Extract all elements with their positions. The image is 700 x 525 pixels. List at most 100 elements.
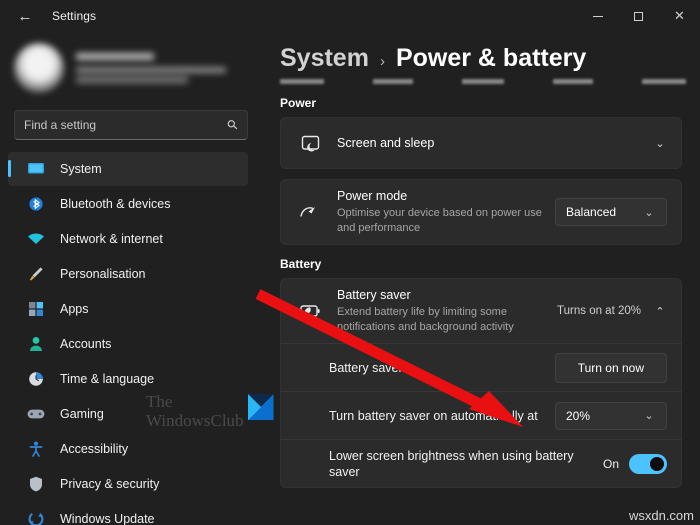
maximize-button[interactable] xyxy=(618,0,659,32)
lower-brightness-toggle-group: On xyxy=(603,454,667,474)
sidebar-item-accessibility[interactable]: Accessibility xyxy=(8,432,248,466)
chevron-down-icon: ⌄ xyxy=(642,409,656,422)
sidebar-item-label: Time & language xyxy=(60,372,154,386)
blurred-text xyxy=(462,79,504,84)
minimize-icon xyxy=(593,16,603,17)
profile-name-blurred xyxy=(76,53,154,60)
row-right: ⌄ xyxy=(653,137,667,150)
toggle-knob xyxy=(650,457,664,471)
battery-saver-threshold-dropdown[interactable]: 20% ⌄ xyxy=(555,402,667,430)
row-screen-and-sleep[interactable]: Screen and sleep ⌄ xyxy=(281,118,681,168)
row-battery-saver-turn-on: Battery saver Turn on now xyxy=(281,343,681,391)
sidebar-item-privacy-security[interactable]: Privacy & security xyxy=(8,467,248,501)
apps-icon xyxy=(26,301,46,317)
windowsclub-logo-icon xyxy=(248,394,274,420)
row-title: Battery saver xyxy=(337,287,557,303)
search-input[interactable] xyxy=(24,118,228,132)
blurred-text xyxy=(553,79,593,84)
row-title: Screen and sleep xyxy=(337,135,653,151)
watermark-line-1: The xyxy=(146,392,244,411)
paintbrush-icon xyxy=(26,266,46,282)
power-mode-dropdown[interactable]: Balanced ⌄ xyxy=(555,198,667,226)
row-lower-brightness: Lower screen brightness when using batte… xyxy=(281,439,681,487)
page-title: Power & battery xyxy=(396,44,586,73)
sidebar-item-label: System xyxy=(60,162,102,176)
sidebar-item-label: Privacy & security xyxy=(60,477,159,491)
sub-row-label: Battery saver xyxy=(329,360,555,376)
sidebar-item-personalisation[interactable]: Personalisation xyxy=(8,257,248,291)
battery-saver-threshold-value: 20% xyxy=(566,409,590,423)
watermark-text: The WindowsClub xyxy=(146,392,244,430)
toggle-state-label: On xyxy=(603,457,619,471)
avatar xyxy=(14,43,64,93)
chevron-up-icon[interactable]: ⌃ xyxy=(653,305,667,318)
row-title: Power mode xyxy=(337,188,555,204)
sidebar-item-label: Accessibility xyxy=(60,442,128,456)
update-icon xyxy=(26,511,46,525)
card-screen-and-sleep: Screen and sleep ⌄ xyxy=(280,117,682,169)
turn-on-now-button[interactable]: Turn on now xyxy=(555,353,667,383)
close-icon: ✕ xyxy=(674,8,685,24)
row-battery-saver-header[interactable]: Battery saver Extend battery life by lim… xyxy=(281,279,681,343)
sidebar-item-bluetooth-devices[interactable]: Bluetooth & devices xyxy=(8,187,248,221)
monitor-moon-icon xyxy=(297,135,323,152)
row-text: Screen and sleep xyxy=(337,135,653,151)
row-subtitle: Optimise your device based on power use … xyxy=(337,206,555,236)
power-mode-icon xyxy=(297,204,323,220)
sidebar-item-network-internet[interactable]: Network & internet xyxy=(8,222,248,256)
app-title: Settings xyxy=(52,9,96,23)
battery-saver-status: Turns on at 20% xyxy=(557,305,641,317)
row-right: Turns on at 20% ⌃ xyxy=(557,305,667,318)
chevron-down-icon[interactable]: ⌄ xyxy=(653,137,667,150)
card-battery-saver: Battery saver Extend battery life by lim… xyxy=(280,278,682,488)
sidebar-item-accounts[interactable]: Accounts xyxy=(8,327,248,361)
monitor-icon xyxy=(26,161,46,177)
watermark-thewindowsclub: The WindowsClub xyxy=(146,392,274,430)
sub-row-label: Turn battery saver on automatically at xyxy=(329,408,555,424)
profile-email-blurred-2 xyxy=(76,77,188,83)
watermark-line-2: WindowsClub xyxy=(146,411,244,430)
blurred-text xyxy=(642,79,686,84)
sidebar-item-apps[interactable]: Apps xyxy=(8,292,248,326)
power-mode-dropdown-value: Balanced xyxy=(566,205,616,219)
search-box[interactable]: ⚲ xyxy=(14,110,248,140)
blurred-text xyxy=(280,79,324,84)
row-right: Balanced ⌄ xyxy=(555,198,667,226)
bluetooth-icon xyxy=(26,196,46,212)
breadcrumb-separator: › xyxy=(380,53,385,70)
scrolled-blurred-row xyxy=(262,73,700,84)
close-button[interactable]: ✕ xyxy=(659,0,700,32)
row-battery-saver-auto-threshold: Turn battery saver on automatically at 2… xyxy=(281,391,681,439)
sidebar: ⚲ System Bluetooth & devicesNetwork & int… xyxy=(0,32,262,525)
sub-row-label: Lower screen brightness when using batte… xyxy=(329,448,603,480)
sidebar-item-label: Accounts xyxy=(60,337,111,351)
sidebar-item-label: Windows Update xyxy=(60,512,155,525)
row-power-mode: Power mode Optimise your device based on… xyxy=(281,180,681,244)
clock-icon xyxy=(26,371,46,387)
row-text: Power mode Optimise your device based on… xyxy=(337,188,555,236)
sidebar-item-time-language[interactable]: Time & language xyxy=(8,362,248,396)
breadcrumb-parent[interactable]: System xyxy=(280,44,369,73)
profile-text xyxy=(76,53,226,83)
sidebar-item-windows-update[interactable]: Windows Update xyxy=(8,502,248,525)
title-bar: ← Settings ✕ xyxy=(0,0,700,32)
section-label-battery: Battery xyxy=(262,245,700,278)
maximize-icon xyxy=(634,12,643,21)
chevron-down-icon: ⌄ xyxy=(642,206,656,219)
minimize-button[interactable] xyxy=(577,0,618,32)
person-icon xyxy=(26,336,46,352)
profile-email-blurred xyxy=(76,67,226,73)
battery-saver-icon xyxy=(297,304,323,318)
settings-window: ← Settings ✕ ⚲ System Bluetooth & devices… xyxy=(0,0,700,525)
gamepad-icon xyxy=(26,406,46,422)
back-button[interactable]: ← xyxy=(6,1,44,31)
watermark-wsxdn: wsxdn.com xyxy=(629,508,694,523)
row-subtitle: Extend battery life by limiting some not… xyxy=(337,305,557,335)
sidebar-item-system[interactable]: System xyxy=(8,152,248,186)
lower-brightness-toggle[interactable] xyxy=(629,454,667,474)
section-label-power: Power xyxy=(262,84,700,117)
user-profile[interactable] xyxy=(0,32,262,104)
window-controls: ✕ xyxy=(577,0,700,32)
sidebar-nav: System Bluetooth & devicesNetwork & inter… xyxy=(0,152,262,525)
accessibility-icon xyxy=(26,441,46,457)
